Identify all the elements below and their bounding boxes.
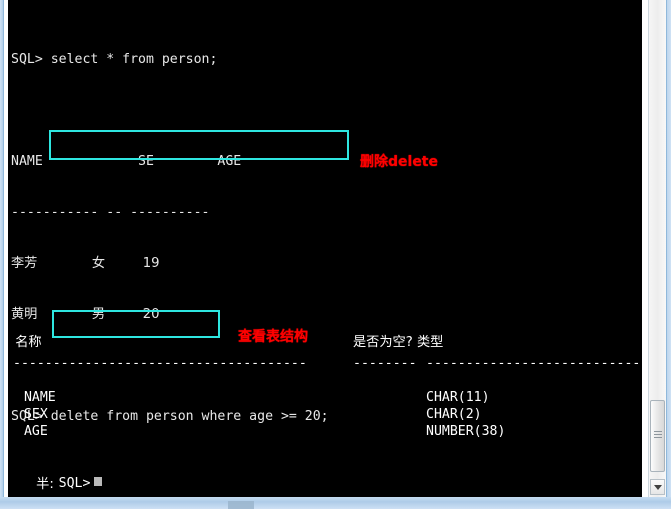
describe-row-2-type: CHAR(2) [426, 407, 482, 422]
app-root: SQL> select * from person; NAME SE AGE -… [0, 0, 671, 509]
scrollbar-grip-icon [654, 431, 662, 439]
vertical-scrollbar[interactable] [648, 0, 666, 497]
text-cursor [94, 477, 103, 486]
describe-row-1-name: NAME [16, 390, 56, 405]
sqlplus-console[interactable]: SQL> select * from person; NAME SE AGE -… [8, 0, 642, 497]
result-table-1-rule: ----------- -- ---------- [11, 205, 210, 220]
describe-rule-type: -------------------------------- [426, 356, 642, 371]
describe-row-3-name: AGE [16, 424, 48, 439]
window-bottom-nub [228, 501, 254, 509]
describe-row-1-type: CHAR(11) [426, 390, 490, 405]
describe-header-name: 名称 [11, 335, 42, 350]
prompt-label: SQL> [58, 476, 91, 491]
describe-row-3-type: NUMBER(38) [426, 424, 506, 439]
scrollbar-down-arrow-icon[interactable] [650, 479, 665, 495]
describe-row-2-name: SEX [16, 407, 48, 422]
describe-rule-nullable: -------- [353, 356, 417, 371]
annotation-delete: 删除delete [360, 154, 438, 170]
console-text-block: SQL> select * from person; NAME SE AGE -… [8, 0, 642, 497]
result-table-1-row-2: 黄明 男 20 [11, 307, 160, 322]
scrollbar-thumb[interactable] [650, 400, 665, 472]
window-bottom-strip [0, 497, 671, 509]
describe-rule-name: ------------------------------------- [13, 356, 307, 371]
result-table-1-header: NAME SE AGE [11, 154, 242, 169]
describe-header-nullable-type: 是否为空? 类型 [353, 335, 444, 350]
console-line-command-2: SQL> delete from person where age >= 20; [11, 409, 329, 424]
console-trailing-text: 半: [11, 477, 54, 492]
console-line-command-1: SQL> select * from person; [11, 52, 218, 67]
annotation-describe: 查看表结构 [238, 329, 308, 345]
result-table-1-row-1: 李芳 女 19 [11, 256, 160, 271]
